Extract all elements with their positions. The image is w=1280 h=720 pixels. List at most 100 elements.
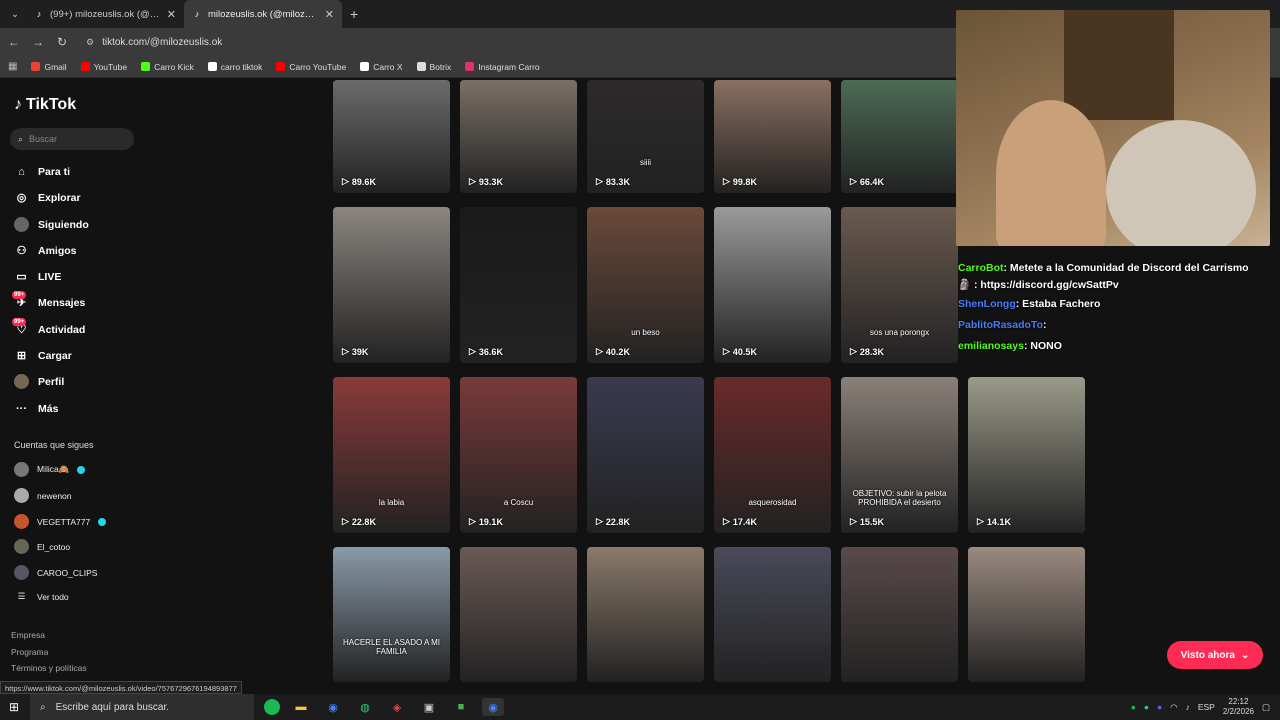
nav-mas[interactable]: ··· Más bbox=[14, 401, 58, 416]
whatsapp-icon[interactable]: ◍ bbox=[354, 698, 376, 716]
bookmark-carro-youtube[interactable]: Carro YouTube bbox=[276, 62, 346, 72]
video-card[interactable]: ▷ 66.4K bbox=[841, 80, 958, 193]
reload-icon[interactable]: ↻ bbox=[50, 35, 74, 49]
upload-icon: ⊞ bbox=[16, 350, 27, 362]
whatsapp-tray-icon[interactable]: ● bbox=[1144, 702, 1149, 712]
chat-user: CarroBot bbox=[958, 262, 1004, 274]
chrome-active-icon[interactable]: ◉ bbox=[482, 698, 504, 716]
volume-icon[interactable]: ♪ bbox=[1186, 702, 1190, 712]
wifi-icon[interactable]: ◠ bbox=[1170, 702, 1177, 713]
video-card[interactable]: un beso ▷ 40.2K bbox=[587, 207, 704, 363]
video-card[interactable]: ▷ 36.6K bbox=[460, 207, 577, 363]
nav-mensajes[interactable]: ✈ 99+ Mensajes bbox=[12, 291, 85, 310]
discord-tray-icon[interactable]: ● bbox=[1157, 702, 1162, 712]
see-all-button[interactable]: ☰ Ver todo bbox=[14, 591, 69, 602]
video-card[interactable]: sos una porongx ▷ 28.3K bbox=[841, 207, 958, 363]
windows-start-icon[interactable]: ⊞ bbox=[9, 700, 19, 714]
video-card[interactable]: ▷ 89.6K bbox=[333, 80, 450, 193]
video-card[interactable]: HACERLE EL ASADO A MI FAMILIA bbox=[333, 547, 450, 682]
bookmark-label: YouTube bbox=[93, 61, 128, 72]
video-card[interactable] bbox=[714, 547, 831, 682]
close-tab-icon[interactable]: ✕ bbox=[325, 8, 334, 21]
following-item[interactable]: VEGETTA777 bbox=[14, 514, 107, 529]
app-icon[interactable]: ◈ bbox=[386, 698, 408, 716]
home-icon: ⌂ bbox=[18, 165, 25, 178]
file-explorer-icon[interactable]: ▬ bbox=[290, 698, 312, 716]
video-card[interactable] bbox=[841, 547, 958, 682]
tiktok-logo[interactable]: ♪ TikTok bbox=[14, 96, 76, 114]
play-icon: ▷ bbox=[596, 346, 603, 356]
video-card[interactable]: asquerosidad ▷ 17.4K bbox=[714, 377, 831, 533]
store-icon[interactable]: ▣ bbox=[418, 698, 440, 716]
following-item[interactable]: El_cotoo bbox=[14, 539, 70, 554]
nav-siguiendo[interactable]: Siguiendo bbox=[14, 217, 89, 232]
tab-1[interactable]: ♪ (99+) milozeuslis.ok (@milozeuslis.ok)… bbox=[26, 0, 184, 28]
chrome-icon[interactable]: ◉ bbox=[322, 698, 344, 716]
video-card[interactable] bbox=[587, 547, 704, 682]
footer-empresa[interactable]: Empresa bbox=[11, 630, 45, 640]
nav-para-ti[interactable]: ⌂ Para ti bbox=[14, 164, 70, 179]
list-icon: ☰ bbox=[17, 591, 26, 601]
nav-cargar[interactable]: ⊞ Cargar bbox=[14, 348, 72, 363]
video-card[interactable]: ▷ 40.5K bbox=[714, 207, 831, 363]
clock[interactable]: 22:12 2/2/2026 bbox=[1223, 697, 1254, 717]
tab-search-button[interactable]: ⌄ bbox=[4, 3, 26, 25]
bookmark-instagram-carro[interactable]: Instagram Carro bbox=[465, 62, 540, 72]
forward-icon[interactable]: → bbox=[26, 35, 50, 49]
search-input[interactable]: ⌕ Buscar bbox=[10, 128, 134, 150]
back-icon[interactable]: ← bbox=[2, 35, 26, 49]
video-card[interactable]: ▷ 22.8K bbox=[587, 377, 704, 533]
close-tab-icon[interactable]: ✕ bbox=[167, 8, 176, 21]
video-card[interactable] bbox=[460, 547, 577, 682]
video-card[interactable]: la labia ▷ 22.8K bbox=[333, 377, 450, 533]
video-card[interactable] bbox=[968, 547, 1085, 682]
video-card[interactable]: ▷ 14.1K bbox=[968, 377, 1085, 533]
tiktok-sidebar: ♪ TikTok ⌕ Buscar ⌂ Para ti ◎ Explorar Sig… bbox=[0, 80, 150, 680]
activity-badge: 99+ bbox=[12, 318, 27, 326]
video-caption: la labia bbox=[378, 498, 405, 507]
minecraft-icon[interactable]: ■ bbox=[450, 698, 472, 716]
apps-icon[interactable]: ▦ bbox=[8, 61, 17, 72]
play-icon: ▷ bbox=[342, 176, 349, 186]
video-caption: sos una porongx bbox=[869, 328, 930, 337]
footer-terminos[interactable]: Términos y políticas bbox=[11, 663, 87, 673]
bookmark-label: Botrix bbox=[429, 61, 452, 72]
following-item[interactable]: CAROO_CLIPS bbox=[14, 565, 97, 580]
nav-perfil[interactable]: Perfil bbox=[14, 374, 64, 389]
site-info-icon[interactable]: ⚙ bbox=[86, 37, 94, 48]
tab-title: milozeuslis.ok (@milozeuslis.ok) bbox=[208, 8, 319, 20]
video-caption: HACERLE EL ASADO A MI FAMILIA bbox=[342, 638, 441, 656]
bookmark-carro-kick[interactable]: Carro Kick bbox=[141, 62, 194, 72]
video-card[interactable]: ▷ 39K bbox=[333, 207, 450, 363]
video-card[interactable]: OBJETIVO: subir la pelota PROHIBIDA el d… bbox=[841, 377, 958, 533]
following-item[interactable]: newenon bbox=[14, 488, 72, 503]
nav-explorar[interactable]: ◎ Explorar bbox=[14, 190, 81, 205]
bookmark-youtube[interactable]: YouTube bbox=[80, 61, 128, 72]
nav-live[interactable]: ▭ LIVE bbox=[14, 269, 61, 284]
avatar bbox=[14, 539, 29, 554]
tab-2[interactable]: ♪ milozeuslis.ok (@milozeuslis.ok) ✕ bbox=[184, 0, 342, 28]
bookmark-botrix[interactable]: Botrix bbox=[416, 61, 452, 72]
nav-amigos[interactable]: ⚇ Amigos bbox=[14, 243, 77, 258]
view-count-text: 89.6K bbox=[351, 176, 376, 187]
video-card[interactable]: ▷ 99.8K bbox=[714, 80, 831, 193]
bookmark-gmail[interactable]: Gmail bbox=[31, 62, 67, 72]
visto-ahora-button[interactable]: Visto ahora ⌄ bbox=[1167, 641, 1263, 669]
address-bar[interactable]: ⚙ tiktok.com/@milozeuslis.ok bbox=[80, 31, 960, 53]
nav-label: Actividad bbox=[38, 323, 86, 336]
nav-actividad[interactable]: ♡ 99+ Actividad bbox=[12, 318, 86, 337]
bookmark-carro-tiktok[interactable]: carro tiktok bbox=[207, 62, 262, 72]
spotify-tray-icon[interactable]: ● bbox=[1131, 702, 1136, 712]
spotify-icon[interactable] bbox=[264, 699, 280, 715]
video-card[interactable]: ▷ 93.3K bbox=[460, 80, 577, 193]
notifications-icon[interactable]: ▢ bbox=[1262, 702, 1270, 713]
bookmark-carro-x[interactable]: Carro X bbox=[360, 62, 403, 72]
footer-programa[interactable]: Programa bbox=[11, 647, 48, 657]
video-card[interactable]: siiii ▷ 83.3K bbox=[587, 80, 704, 193]
video-card[interactable]: a Coscu ▷ 19.1K bbox=[460, 377, 577, 533]
taskbar-search[interactable]: ⌕ Escribe aquí para buscar. bbox=[30, 694, 254, 720]
following-item[interactable]: Milica🙈 bbox=[14, 462, 86, 477]
account-name: VEGETTA777 bbox=[37, 516, 91, 527]
language-indicator[interactable]: ESP bbox=[1198, 702, 1215, 712]
new-tab-button[interactable]: + bbox=[350, 6, 358, 22]
